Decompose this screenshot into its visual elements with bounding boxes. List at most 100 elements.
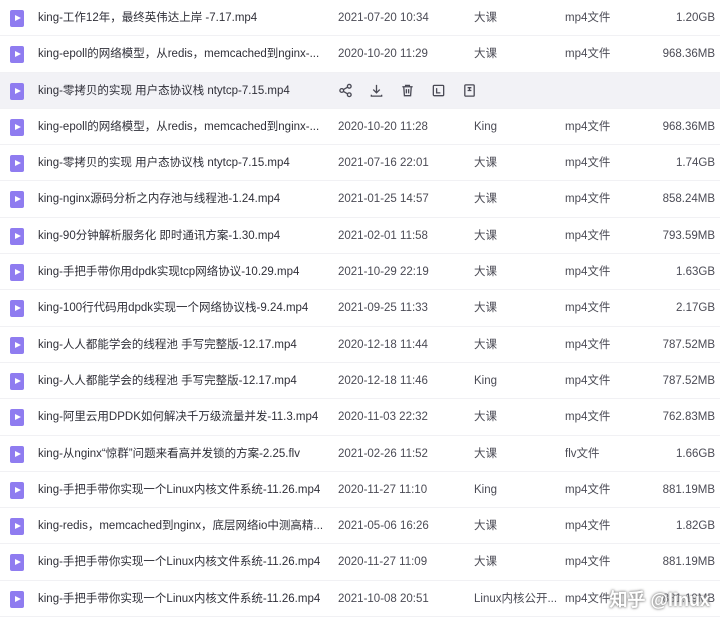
file-date: 2021-07-16 22:01 <box>338 157 429 170</box>
file-owner: 大课 <box>474 48 497 61</box>
file-name[interactable]: king-手把手带你实现一个Linux内核文件系统-11.26.mp4 <box>38 581 326 617</box>
file-date: 2020-10-20 11:29 <box>338 48 428 61</box>
file-owner: 大课 <box>474 193 497 206</box>
file-size: 2.17GB <box>676 302 715 315</box>
file-type: mp4文件 <box>565 411 611 424</box>
file-name[interactable]: king-redis，memcached到nginx，底层网络io中测高精... <box>38 508 326 544</box>
file-type: mp4文件 <box>565 193 611 206</box>
file-row[interactable]: king-零拷贝的实现 用户态协议栈 ntytcp-7.15.mp4 <box>0 72 720 109</box>
file-type: mp4文件 <box>565 12 611 24</box>
file-size: 1.63GB <box>676 266 715 279</box>
file-row[interactable]: king-手把手带你实现一个Linux内核文件系统-11.26.mp4 2020-… <box>0 544 720 581</box>
video-file-icon <box>10 481 24 499</box>
video-file-icon <box>10 336 24 354</box>
file-row[interactable]: king-手把手带你实现一个Linux内核文件系统-11.26.mp4 2020-… <box>0 472 720 509</box>
file-row[interactable]: king-阿里云用DPDK如何解决千万级流量并发-11.3.mp4 2020-11… <box>0 399 720 436</box>
file-date: 2021-07-20 10:34 <box>338 12 429 24</box>
file-name[interactable]: king-手把手带你用dpdk实现tcp网络协议-10.29.mp4 <box>38 254 326 290</box>
video-file-icon <box>10 118 24 136</box>
video-file-icon <box>10 10 24 27</box>
file-row[interactable]: king-epoll的网络模型，从redis，memcached到nginx-.… <box>0 109 720 146</box>
file-type: mp4文件 <box>565 120 611 133</box>
download-icon[interactable] <box>367 82 385 100</box>
file-size: 881.19MB <box>662 556 715 569</box>
file-size: 1.82GB <box>676 520 715 533</box>
file-row[interactable]: king-nginx源码分析之内存池与线程池-1.24.mp4 2021-01-2… <box>0 181 720 218</box>
file-type: mp4文件 <box>565 556 611 569</box>
file-name[interactable]: king-阿里云用DPDK如何解决千万级流量并发-11.3.mp4 <box>38 399 326 435</box>
file-owner: 大课 <box>474 229 497 242</box>
file-size: 787.52MB <box>662 338 715 351</box>
file-name[interactable]: king-nginx源码分析之内存池与线程池-1.24.mp4 <box>38 181 326 217</box>
file-row[interactable]: king-90分钟解析服务化 即时通讯方案-1.30.mp4 2021-02-01… <box>0 218 720 255</box>
file-type: mp4文件 <box>565 520 611 533</box>
file-name[interactable]: king-零拷贝的实现 用户态协议栈 ntytcp-7.15.mp4 <box>38 145 326 181</box>
file-row[interactable]: king-人人都能学会的线程池 手写完整版-12.17.mp4 2020-12-1… <box>0 327 720 363</box>
file-date: 2020-12-18 11:44 <box>338 338 428 351</box>
file-owner: 大课 <box>474 157 497 170</box>
video-file-icon <box>10 554 24 572</box>
file-owner: 大课 <box>474 302 497 315</box>
file-name[interactable]: king-工作12年，最终英伟达上岸 -7.17.mp4 <box>38 0 326 36</box>
file-owner: 大课 <box>474 411 497 424</box>
file-list: king-工作12年，最终英伟达上岸 -7.17.mp4 2021-07-20 1… <box>0 0 720 617</box>
file-name[interactable]: king-零拷贝的实现 用户态协议栈 ntytcp-7.15.mp4 <box>38 73 326 109</box>
file-type: mp4文件 <box>565 338 611 351</box>
file-owner: 大课 <box>474 266 497 279</box>
video-file-icon <box>10 409 24 427</box>
file-name[interactable]: king-90分钟解析服务化 即时通讯方案-1.30.mp4 <box>38 218 326 254</box>
share-icon[interactable] <box>336 82 354 100</box>
file-name[interactable]: king-人人都能学会的线程池 手写完整版-12.17.mp4 <box>38 327 326 363</box>
file-size: 968.36MB <box>662 48 715 61</box>
file-owner: King <box>474 483 498 496</box>
file-size: 793.59MB <box>662 229 715 242</box>
file-owner: 大课 <box>474 556 497 569</box>
file-date: 2020-12-18 11:46 <box>338 374 428 387</box>
file-type: flv文件 <box>565 447 600 460</box>
file-size: 762.83MB <box>662 411 715 424</box>
video-file-icon <box>10 264 24 282</box>
file-owner: 大课 <box>474 520 497 533</box>
file-type: mp4文件 <box>565 157 611 170</box>
file-owner: 大课 <box>474 12 497 24</box>
video-file-icon <box>10 82 24 100</box>
file-size: 968.36MB <box>662 120 715 133</box>
file-size: 858.24MB <box>662 193 715 206</box>
file-name[interactable]: king-epoll的网络模型，从redis，memcached到nginx-.… <box>38 109 326 145</box>
file-row[interactable]: king-人人都能学会的线程池 手写完整版-12.17.mp4 2020-12-1… <box>0 363 720 400</box>
file-row[interactable]: king-100行代码用dpdk实现一个网络协议栈-9.24.mp4 2021-0… <box>0 290 720 327</box>
file-name[interactable]: king-从nginx“惊群”问题来看高并发锁的方案-2.25.flv <box>38 436 326 472</box>
video-file-icon <box>10 518 24 536</box>
video-file-icon <box>10 46 24 64</box>
file-row[interactable]: king-redis，memcached到nginx，底层网络io中测高精...… <box>0 508 720 545</box>
more-icon[interactable] <box>429 82 447 100</box>
file-row[interactable]: king-工作12年，最终英伟达上岸 -7.17.mp4 2021-07-20 1… <box>0 0 720 37</box>
delete-icon[interactable] <box>398 82 416 100</box>
file-name[interactable]: king-手把手带你实现一个Linux内核文件系统-11.26.mp4 <box>38 544 326 580</box>
file-date: 2021-01-25 14:57 <box>338 193 429 206</box>
file-row[interactable]: king-零拷贝的实现 用户态协议栈 ntytcp-7.15.mp4 2021-0… <box>0 145 720 182</box>
file-size: 881.19MB <box>662 483 715 496</box>
file-row[interactable]: king-从nginx“惊群”问题来看高并发锁的方案-2.25.flv 2021-… <box>0 436 720 472</box>
save-icon[interactable] <box>460 82 478 100</box>
file-date: 2021-10-08 20:51 <box>338 592 429 605</box>
file-type: mp4文件 <box>565 48 611 61</box>
video-file-icon <box>10 155 24 173</box>
file-row[interactable]: king-epoll的网络模型，从redis，memcached到nginx-.… <box>0 36 720 73</box>
file-size: 1.20GB <box>676 12 715 24</box>
file-name[interactable]: king-人人都能学会的线程池 手写完整版-12.17.mp4 <box>38 363 326 399</box>
file-size: 1.74GB <box>676 157 715 170</box>
video-file-icon <box>10 372 24 390</box>
file-row[interactable]: king-手把手带你用dpdk实现tcp网络协议-10.29.mp4 2021-1… <box>0 254 720 291</box>
video-file-icon <box>10 227 24 245</box>
file-date: 2020-11-27 11:09 <box>338 556 428 569</box>
file-owner: 大课 <box>474 447 497 460</box>
file-date: 2020-11-27 11:10 <box>338 483 428 496</box>
file-type: mp4文件 <box>565 483 611 496</box>
file-name[interactable]: king-100行代码用dpdk实现一个网络协议栈-9.24.mp4 <box>38 290 326 326</box>
file-type: mp4文件 <box>565 302 611 315</box>
file-name[interactable]: king-epoll的网络模型，从redis，memcached到nginx-.… <box>38 36 326 72</box>
file-name[interactable]: king-手把手带你实现一个Linux内核文件系统-11.26.mp4 <box>38 472 326 508</box>
row-actions <box>336 73 478 109</box>
file-owner: Linux内核公开... <box>474 592 558 605</box>
